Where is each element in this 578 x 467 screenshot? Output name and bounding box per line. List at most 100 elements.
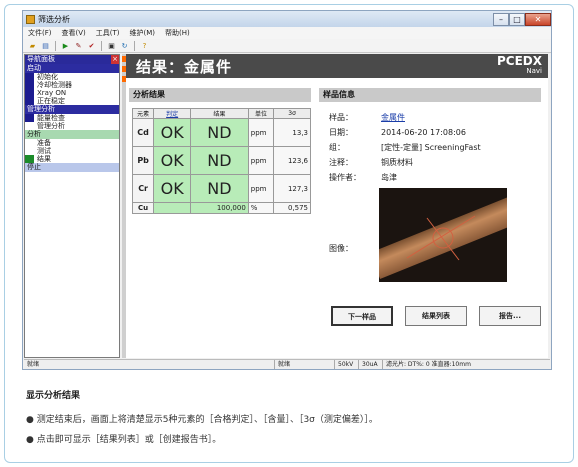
toolbar-separator — [55, 40, 56, 51]
nav-item[interactable]: 正在稳定 — [25, 97, 119, 105]
app-icon — [26, 14, 35, 24]
cell-judge: OK — [153, 146, 192, 175]
menu-file[interactable]: 文件(F) — [28, 28, 52, 38]
nav-section[interactable]: 分析 — [25, 130, 119, 139]
nav-title: 导航面板 — [27, 55, 55, 63]
cell-unit: % — [247, 202, 275, 214]
main-content: 结果：金属件 PCEDX Navi 分析结果 元素 判定 结果 单位 3σ Cd… — [126, 54, 548, 358]
nav-status-marker — [25, 114, 34, 122]
nav-item[interactable]: 初始化 — [25, 73, 119, 81]
cell-result: ND — [190, 146, 249, 175]
cell-sigma: 123,6 — [273, 146, 311, 175]
result-header: 结果：金属件 PCEDX Navi — [126, 54, 548, 78]
check-icon[interactable]: ✔ — [86, 41, 97, 51]
cell-unit: ppm — [247, 146, 275, 175]
sample-image — [379, 188, 507, 282]
cell-element: Cd — [131, 118, 155, 147]
status-bar: 就绪 就绪 50kV 30uA 滤光片: DT%: 0 准直器:10mm — [24, 359, 550, 369]
table-row: Cu 100,000 % 0,575 — [131, 202, 311, 214]
maximize-button[interactable]: □ — [509, 12, 525, 26]
cell-element: Pb — [131, 146, 155, 175]
image-label: 图像： — [329, 244, 353, 253]
status-filter: 滤光片: DT%: 0 准直器:10mm — [382, 360, 471, 369]
col-judge[interactable]: 判定 — [153, 108, 192, 119]
open-icon[interactable]: ▰ — [27, 41, 38, 51]
help-icon[interactable]: ? — [139, 41, 150, 51]
results-table: 元素 判定 结果 单位 3σ Cd OK ND ppm 13,3 Pb OK ND ppm 123… — [131, 108, 311, 214]
page-title: 结果：金属件 — [136, 57, 233, 76]
nav-status-marker — [25, 122, 34, 130]
analysis-panel: 分析结果 元素 判定 结果 单位 3σ Cd OK ND ppm 13,3 Pb OK ND p… — [129, 88, 311, 214]
table-row: Cd OK ND ppm 13,3 — [131, 118, 311, 147]
cell-result: ND — [190, 174, 249, 203]
cell-result: ND — [190, 118, 249, 147]
cell-element: Cu — [131, 202, 155, 214]
nav-section[interactable]: 管理分析 — [25, 105, 119, 114]
nav-item-label: Xray ON — [37, 89, 67, 97]
menu-maintenance[interactable]: 维护(M) — [130, 28, 156, 38]
nav-item[interactable]: 能量检查 — [25, 114, 119, 122]
result-list-button[interactable]: 结果列表 — [405, 306, 467, 326]
next-sample-button[interactable]: 下一样品 — [331, 306, 393, 326]
app-window: 筛选分析 – □ ✕ 文件(F) 查看(V) 工具(T) 维护(M) 帮助(H)… — [22, 10, 552, 370]
nav-item-label: 正在稳定 — [37, 97, 65, 105]
nav-item-label: 准备 — [37, 139, 51, 147]
col-result: 结果 — [190, 108, 249, 119]
nav-item[interactable]: 测试 — [25, 147, 119, 155]
note-value: 铜质材料 — [381, 158, 413, 167]
refresh-icon[interactable]: ↻ — [119, 41, 130, 51]
nav-status-marker — [25, 73, 34, 81]
cell-sigma: 0,575 — [273, 202, 311, 214]
nav-section[interactable]: 停止 — [25, 163, 119, 172]
save-icon[interactable]: ▤ — [40, 41, 51, 51]
nav-item-label: 结果 — [37, 155, 51, 163]
toolbar-separator — [134, 40, 135, 51]
status-middle: 就绪 — [274, 360, 334, 369]
edit-icon[interactable]: ✎ — [73, 41, 84, 51]
col-unit: 单位 — [247, 108, 275, 119]
cell-element: Cr — [131, 174, 155, 203]
table-row: Pb OK ND ppm 123,6 — [131, 146, 311, 175]
menu-view[interactable]: 查看(V) — [62, 28, 86, 38]
cell-judge: OK — [153, 174, 192, 203]
status-left: 就绪 — [27, 361, 40, 368]
nav-item[interactable]: Xray ON — [25, 89, 119, 97]
caption-title: 显示分析结果 — [26, 391, 81, 401]
nav-section[interactable]: 启动 — [25, 64, 119, 73]
nav-item[interactable]: 结果 — [25, 155, 119, 163]
nav-close-icon[interactable]: × — [111, 55, 119, 64]
sample-name-link[interactable]: 金属件 — [381, 112, 405, 123]
title-bar: 筛选分析 – □ ✕ — [23, 11, 551, 27]
close-button[interactable]: ✕ — [525, 12, 551, 26]
nav-item[interactable]: 准备 — [25, 139, 119, 147]
nav-status-marker — [25, 89, 34, 97]
print-icon[interactable]: ▣ — [106, 41, 117, 51]
nav-item[interactable]: 冷却检测器 — [25, 81, 119, 89]
nav-status-marker — [25, 139, 34, 147]
navigation-panel: 导航面板 × 启动 初始化 冷却检测器 Xray ON 正在稳定 管理分析 能量检查 管理分析… — [24, 54, 120, 358]
menu-help[interactable]: 帮助(H) — [165, 28, 190, 38]
sample-panel: 样品信息 样品： 金属件 日期： 2014-06-20 17:08:06 组： [定性… — [319, 88, 541, 326]
sample-title: 样品信息 — [319, 88, 541, 102]
cell-result: 100,000 — [190, 202, 249, 214]
cell-sigma: 127,3 — [273, 174, 311, 203]
minimize-button[interactable]: – — [493, 12, 509, 26]
table-row: Cr OK ND ppm 127,3 — [131, 174, 311, 203]
toolbar: ▰ ▤ ▶ ✎ ✔ ▣ ↻ ? — [23, 39, 551, 53]
status-ua: 30uA — [358, 360, 382, 369]
nav-status-marker — [25, 155, 34, 163]
operator-value: 岛津 — [381, 173, 397, 182]
status-kv: 50kV — [334, 360, 358, 369]
cell-unit: ppm — [247, 118, 275, 147]
caption-line-2: ● 点击即可显示［结果列表］或［创建报告书］。 — [26, 435, 222, 445]
sample-name-label: 样品： — [329, 113, 353, 122]
play-icon[interactable]: ▶ — [60, 41, 71, 51]
nav-status-marker — [25, 97, 34, 105]
nav-body: 启动 初始化 冷却检测器 Xray ON 正在稳定 管理分析 能量检查 管理分析 分析 准备 测试结… — [25, 64, 119, 172]
cell-judge — [153, 202, 192, 214]
group-label: 组： — [329, 143, 345, 152]
nav-item[interactable]: 管理分析 — [25, 122, 119, 130]
report-button[interactable]: 报告... — [479, 306, 541, 326]
menu-tools[interactable]: 工具(T) — [96, 28, 120, 38]
nav-item-label: 冷却检测器 — [37, 81, 72, 89]
